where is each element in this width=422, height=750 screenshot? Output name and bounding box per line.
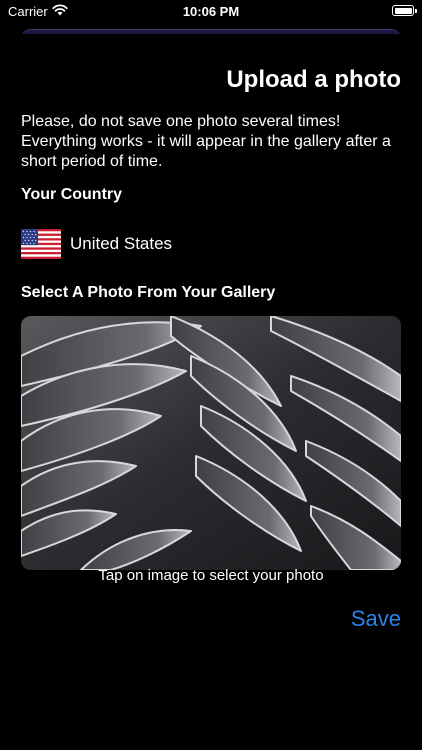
status-bar: Carrier 10:06 PM [0,0,422,24]
country-selector[interactable]: United States [21,228,172,260]
page-title: Upload a photo [226,66,401,93]
gallery-section-label: Select A Photo From Your Gallery [21,284,276,301]
country-section-label: Your Country [21,186,123,203]
photo-picker-image[interactable] [21,316,401,570]
feathers-photo [21,316,401,570]
save-button[interactable]: Save [351,606,401,632]
status-time: 10:06 PM [182,4,240,19]
photo-hint: Tap on image to select your photo [98,567,324,584]
battery-full-icon [392,5,417,16]
upload-notice: Please, do not save one photo several ti… [21,113,391,170]
us-flag-icon [21,229,61,259]
modal-sheet-edge [21,29,401,46]
country-name: United States [70,234,173,253]
